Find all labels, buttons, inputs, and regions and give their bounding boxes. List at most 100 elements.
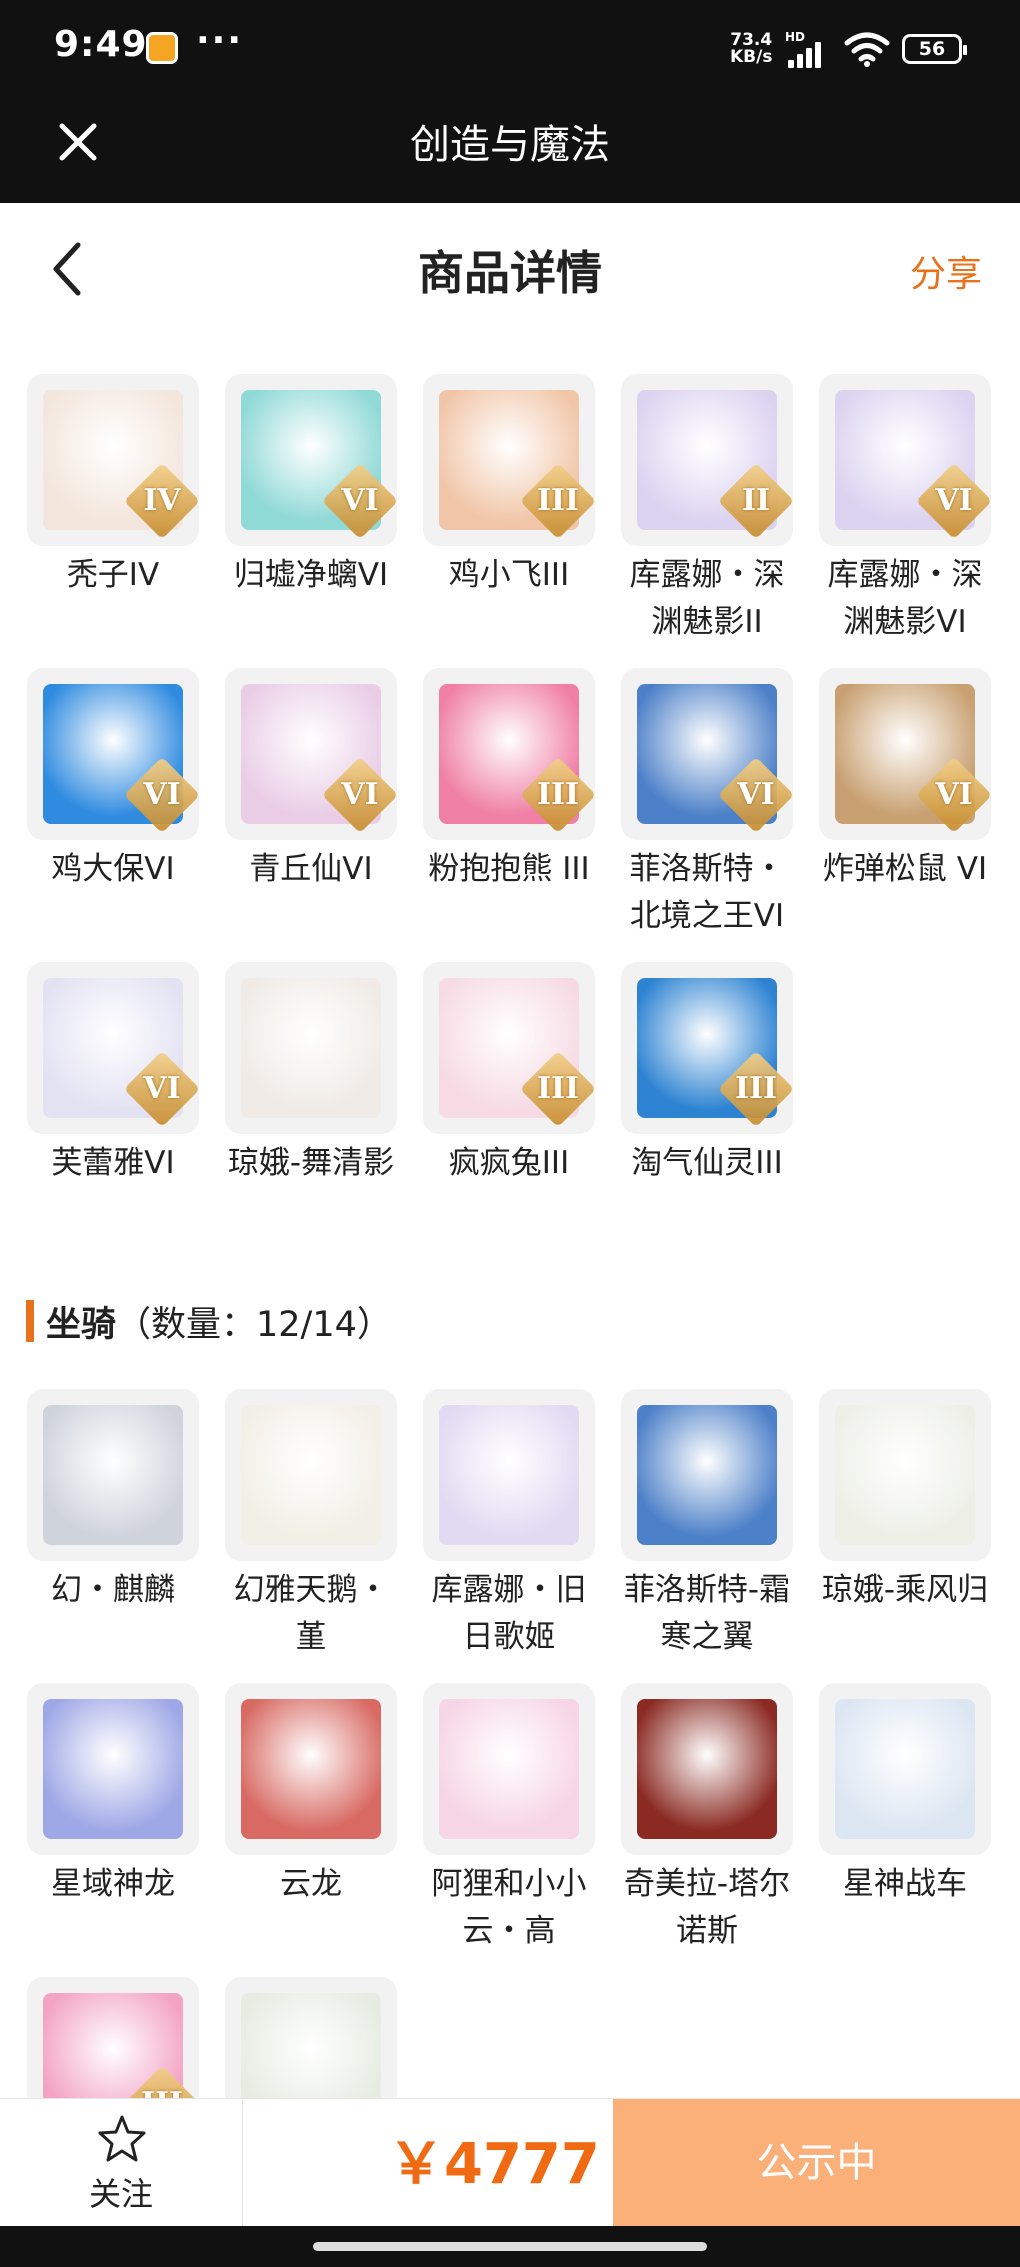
follow-button[interactable]: 关注 [0,2099,243,2227]
pet-thumbnail: III [423,962,595,1134]
pet-thumbnail: III [621,962,793,1134]
app-notification-icon [146,32,178,64]
pet-image [241,978,381,1118]
mount-image [835,1699,975,1839]
pet-item[interactable]: VI 鸡大保VI [27,668,199,893]
mount-name: 库露娜・旧日歌姬 [431,1572,587,1655]
mount-name: 菲洛斯特-霜寒之翼 [623,1572,791,1655]
pet-item[interactable]: VI 芙蕾雅VI [27,962,199,1187]
pet-item[interactable]: VI 菲洛斯特・北境之王VI [621,668,793,940]
mount-image [241,1699,381,1839]
pet-name: 归墟净螭VI [233,557,389,593]
mount-name: 阿狸和小小云・高 [431,1866,587,1949]
pet-item[interactable]: VI 炸弹松鼠 VI [819,668,991,893]
pet-name: 秃子IV [66,557,160,593]
mount-image [439,1405,579,1545]
pet-thumbnail: VI [225,668,397,840]
home-indicator[interactable] [313,2242,707,2251]
mount-name: 幻雅天鹅・堇 [233,1572,389,1655]
mount-item[interactable]: 幻雅天鹅・堇 [225,1389,397,1661]
pet-name: 鸡小飞III [448,557,570,593]
pet-name: 琼娥-舞清影 [227,1145,395,1181]
pet-name: 疯疯兔III [448,1145,570,1181]
mount-item[interactable]: 菲洛斯特-霜寒之翼 [621,1389,793,1661]
mount-item[interactable]: 幻・麒麟 [27,1389,199,1614]
pet-item[interactable]: VI 库露娜・深渊魅影VI [819,374,991,646]
wifi-icon [844,32,890,67]
pet-item[interactable]: VI 归墟净螭VI [225,374,397,599]
pet-thumbnail: VI [819,668,991,840]
battery-indicator: 56 [902,34,967,64]
tier-badge-label: VI [341,483,379,518]
pet-item[interactable]: III 淘气仙灵III [621,962,793,1187]
mount-thumbnail [621,1683,793,1855]
mount-item[interactable]: 云龙 [225,1683,397,1908]
pet-thumbnail [225,962,397,1134]
price: ￥4777 [388,2132,600,2197]
page-title: 商品详情 [418,246,602,300]
pet-thumbnail: VI [621,668,793,840]
pet-item[interactable]: III 疯疯兔III [423,962,595,1187]
tier-badge-label: VI [737,777,775,812]
share-button[interactable]: 分享 [910,245,982,297]
mount-name: 幻・麒麟 [51,1572,175,1608]
pet-item[interactable]: IV 秃子IV [27,374,199,599]
mount-thumbnail [225,1683,397,1855]
pet-thumbnail: VI [27,962,199,1134]
mount-item[interactable]: 星域神龙 [27,1683,199,1908]
status-bar: 9:49 ··· 73.4 KB/s HD 56 [0,0,1020,98]
pet-item[interactable]: III 鸡小飞III [423,374,595,599]
pet-thumbnail: VI [27,668,199,840]
pet-item[interactable]: 琼娥-舞清影 [225,962,397,1187]
pet-name: 鸡大保VI [51,851,175,887]
pet-thumbnail: VI [225,374,397,546]
pet-thumbnail: IV [27,374,199,546]
tier-badge-label: III [536,483,580,518]
app-title: 创造与魔法 [410,122,610,168]
pet-item[interactable]: II 库露娜・深渊魅影II [621,374,793,646]
tier-badge-label: III [734,1071,778,1106]
mount-thumbnail [819,1683,991,1855]
page-header: 商品详情 分享 [0,203,1020,333]
follow-label: 关注 [88,2175,153,2213]
mount-thumbnail [621,1389,793,1561]
signal-icon [786,38,828,68]
tier-badge-label: III [536,1071,580,1106]
mount-image [835,1405,975,1545]
star-icon [98,2115,146,2162]
pet-thumbnail: VI [819,374,991,546]
mount-item[interactable]: 琼娥-乘风归 [819,1389,991,1614]
public-notice-button[interactable]: 公示中 [613,2099,1020,2227]
section-title: 坐骑 [46,1305,117,1345]
status-time: 9:49 [54,24,148,65]
mount-image [241,1405,381,1545]
bottom-action-bar: 关注 ￥4777 公示中 [0,2098,1020,2227]
mount-thumbnail [423,1389,595,1561]
tier-badge-label: VI [935,777,973,812]
screen: 9:49 ··· 73.4 KB/s HD 56 创造与魔法 商品详情 分享 I [0,0,1020,2267]
pet-thumbnail: III [423,668,595,840]
pet-name: 库露娜・深渊魅影II [629,557,785,640]
pet-name: 菲洛斯特・北境之王VI [629,851,785,934]
mount-thumbnail [423,1683,595,1855]
app-bar: 创造与魔法 [0,98,1020,203]
network-speed-unit: KB/s [730,47,773,67]
mount-thumbnail [225,1389,397,1561]
pet-thumbnail: II [621,374,793,546]
tier-badge-label: VI [143,777,181,812]
pet-name: 炸弹松鼠 VI [822,851,988,887]
mount-thumbnail [27,1389,199,1561]
network-speed: 73.4 KB/s [730,32,772,66]
mount-item[interactable]: 奇美拉-塔尔诺斯 [621,1683,793,1955]
pet-name: 青丘仙VI [249,851,373,887]
more-notifications-icon: ··· [196,20,244,61]
mount-image [637,1699,777,1839]
pet-name: 库露娜・深渊魅影VI [827,557,983,640]
mount-name: 星域神龙 [51,1866,175,1902]
pet-item[interactable]: III 粉抱抱熊 III [423,668,595,893]
mount-image [43,1405,183,1545]
mount-item[interactable]: 星神战车 [819,1683,991,1908]
pet-item[interactable]: VI 青丘仙VI [225,668,397,893]
mount-item[interactable]: 库露娜・旧日歌姬 [423,1389,595,1661]
mount-item[interactable]: 阿狸和小小云・高 [423,1683,595,1955]
